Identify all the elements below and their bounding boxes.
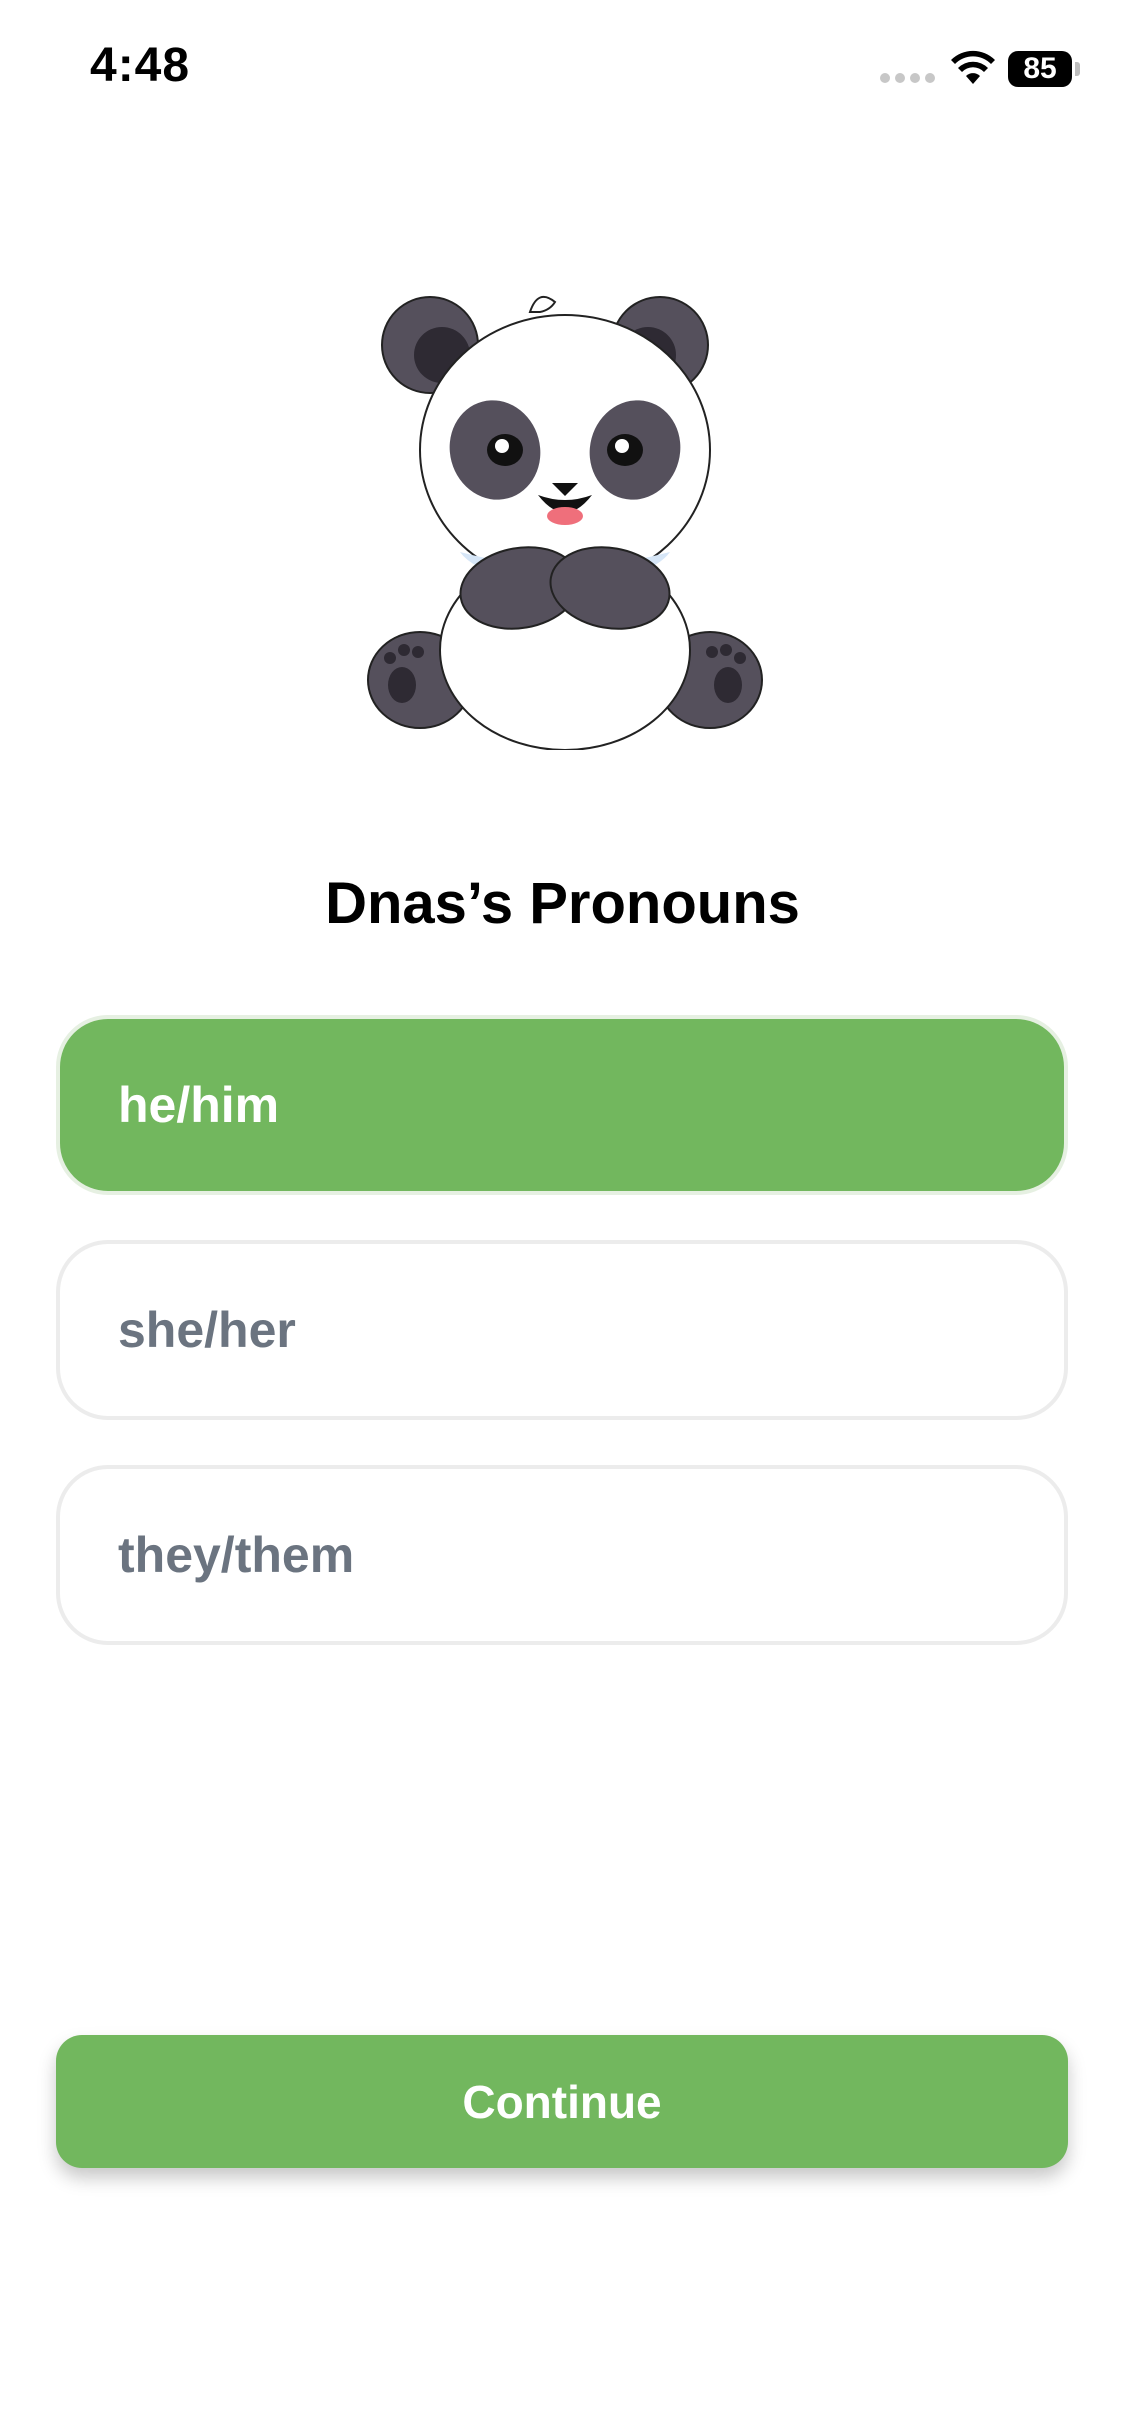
- continue-label: Continue: [462, 2075, 662, 2128]
- battery-icon: 85: [1008, 51, 1072, 87]
- wifi-icon: [951, 50, 995, 84]
- pronoun-option-she-her[interactable]: she/her: [56, 1240, 1068, 1420]
- page-title: Dnas’s Pronouns: [325, 871, 800, 936]
- pronoun-option-he-him[interactable]: he/him: [56, 1015, 1068, 1195]
- pronoun-option-label: he/him: [118, 1077, 280, 1133]
- pronoun-option-they-them[interactable]: they/them: [56, 1465, 1068, 1645]
- cellular-signal-icon: [880, 73, 936, 83]
- continue-button[interactable]: Continue: [56, 2035, 1068, 2168]
- battery-cap: [1075, 62, 1080, 76]
- status-time: 4:48: [90, 39, 191, 92]
- status-bar: 4:48 85: [0, 0, 1125, 140]
- pronoun-option-label: they/them: [118, 1527, 355, 1583]
- panda-mascot-illustration: [367, 295, 763, 750]
- battery-level: 85: [1023, 52, 1057, 85]
- pronoun-option-label: she/her: [118, 1302, 296, 1358]
